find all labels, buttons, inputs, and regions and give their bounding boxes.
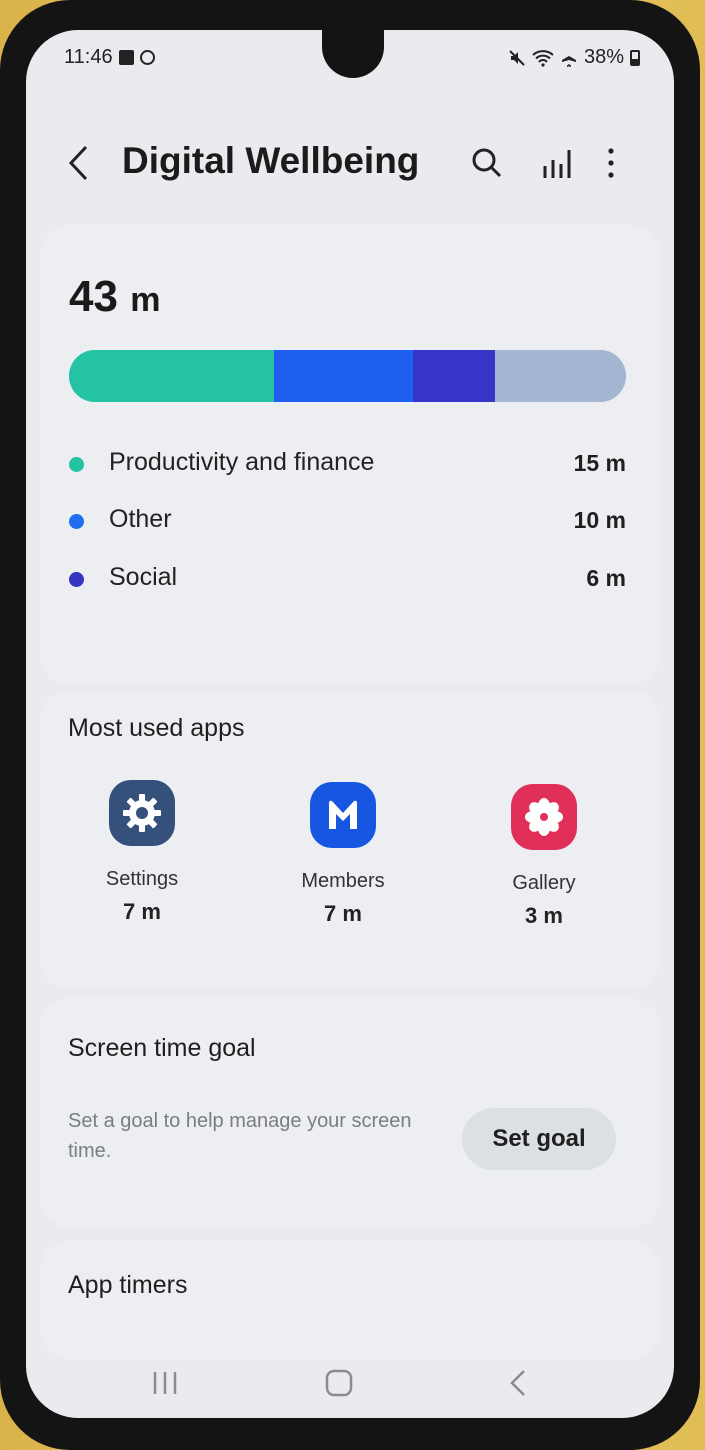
- app-item-gallery[interactable]: Gallery 3 m: [464, 784, 624, 929]
- phone-frame: 11:46 38% Digital Wellbeing 43 m Product…: [0, 0, 700, 1450]
- mute-icon: [509, 49, 525, 66]
- screen-time-goal-description: Set a goal to help manage your screen ti…: [68, 1110, 412, 1162]
- wifi-icon: [532, 49, 554, 67]
- app-name: Gallery: [512, 872, 576, 894]
- most-used-title: Most used apps: [68, 714, 245, 742]
- battery-percent: 38%: [583, 46, 624, 68]
- category-name: Other: [109, 505, 172, 533]
- navigation-bar: [26, 1352, 674, 1418]
- members-m-icon: [310, 782, 376, 848]
- recent-apps-icon[interactable]: [150, 1368, 180, 1403]
- notification-icon: [118, 50, 134, 65]
- app-header: Digital Wellbeing: [26, 130, 674, 200]
- category-row: Productivity and finance 15 m: [69, 448, 626, 484]
- app-time: 3 m: [525, 903, 563, 928]
- category-name: Social: [109, 563, 178, 591]
- bar-chart-icon[interactable]: [540, 146, 574, 185]
- usage-bar: [69, 350, 626, 402]
- status-bar-left: 11:46: [64, 46, 155, 69]
- category-row: Other 10 m: [69, 505, 626, 541]
- usage-bar-segment: [273, 350, 414, 402]
- airplane-icon: [561, 49, 576, 67]
- app-time: 7 m: [123, 899, 161, 924]
- set-goal-button[interactable]: Set goal: [462, 1108, 616, 1170]
- category-time: 15 m: [573, 450, 626, 476]
- search-icon[interactable]: [470, 146, 504, 185]
- status-time: 11:46: [64, 46, 113, 68]
- category-row: Social 6 m: [69, 563, 626, 599]
- screen-time-goal-title: Screen time goal: [68, 1034, 256, 1062]
- camera-notch: [322, 30, 384, 78]
- screen: 11:46 38% Digital Wellbeing 43 m Product…: [26, 30, 674, 1418]
- total-screen-time: 43 m: [69, 272, 160, 322]
- category-dot: [69, 572, 84, 587]
- usage-bar-segment: [413, 350, 496, 402]
- status-bar-right: 38%: [508, 46, 640, 69]
- total-unit: m: [130, 281, 161, 319]
- settings-gear-icon: [109, 780, 175, 846]
- total-value: 43: [69, 272, 118, 321]
- app-item-settings[interactable]: Settings 7 m: [62, 780, 222, 925]
- app-timers-card[interactable]: [40, 1240, 660, 1360]
- page-title: Digital Wellbeing: [122, 140, 420, 181]
- sync-icon: [139, 50, 155, 65]
- usage-bar-segment: [69, 350, 274, 402]
- more-vert-icon[interactable]: [604, 146, 618, 185]
- app-name: Settings: [105, 868, 179, 890]
- category-time: 10 m: [573, 507, 626, 533]
- usage-bar-segment: [495, 350, 626, 402]
- back-nav-icon[interactable]: [504, 1368, 534, 1403]
- category-time: 6 m: [586, 565, 626, 591]
- back-arrow-icon[interactable]: [66, 144, 90, 189]
- home-icon[interactable]: [324, 1368, 354, 1403]
- app-item-members[interactable]: Members 7 m: [263, 782, 423, 927]
- category-dot: [69, 457, 84, 472]
- battery-icon: [630, 49, 640, 66]
- app-time: 7 m: [324, 901, 362, 926]
- app-timers-title: App timers: [68, 1271, 188, 1299]
- category-name: Productivity and finance: [109, 448, 375, 476]
- category-dot: [69, 514, 84, 529]
- app-name: Members: [301, 870, 385, 892]
- gallery-flower-icon: [511, 784, 577, 850]
